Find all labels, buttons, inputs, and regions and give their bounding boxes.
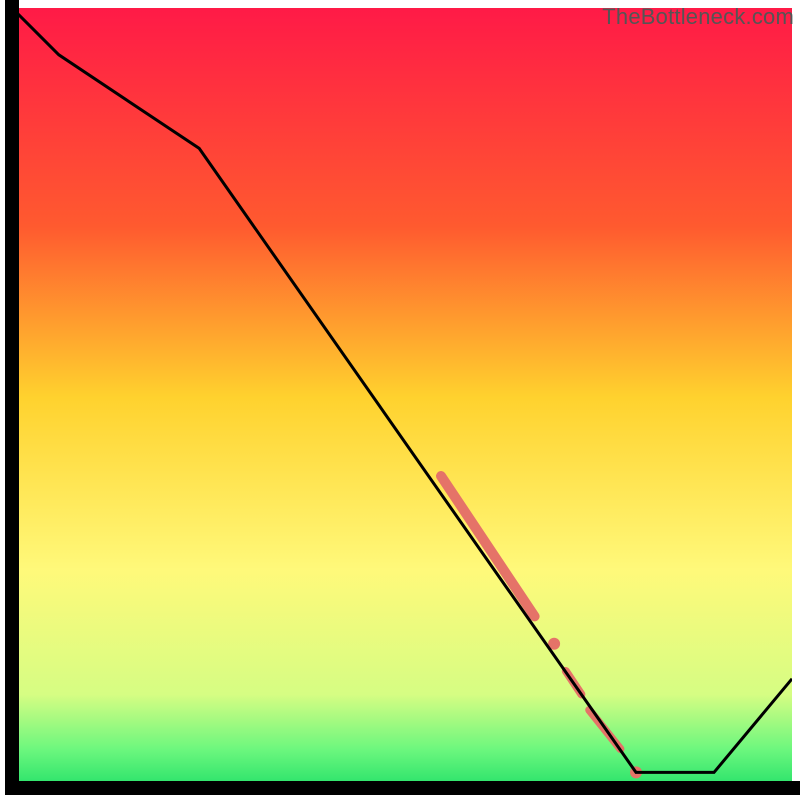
bottleneck-chart	[0, 0, 800, 800]
chart-container: TheBottleneck.com	[0, 0, 800, 800]
plot-background	[12, 8, 792, 788]
watermark-text: TheBottleneck.com	[602, 4, 794, 30]
